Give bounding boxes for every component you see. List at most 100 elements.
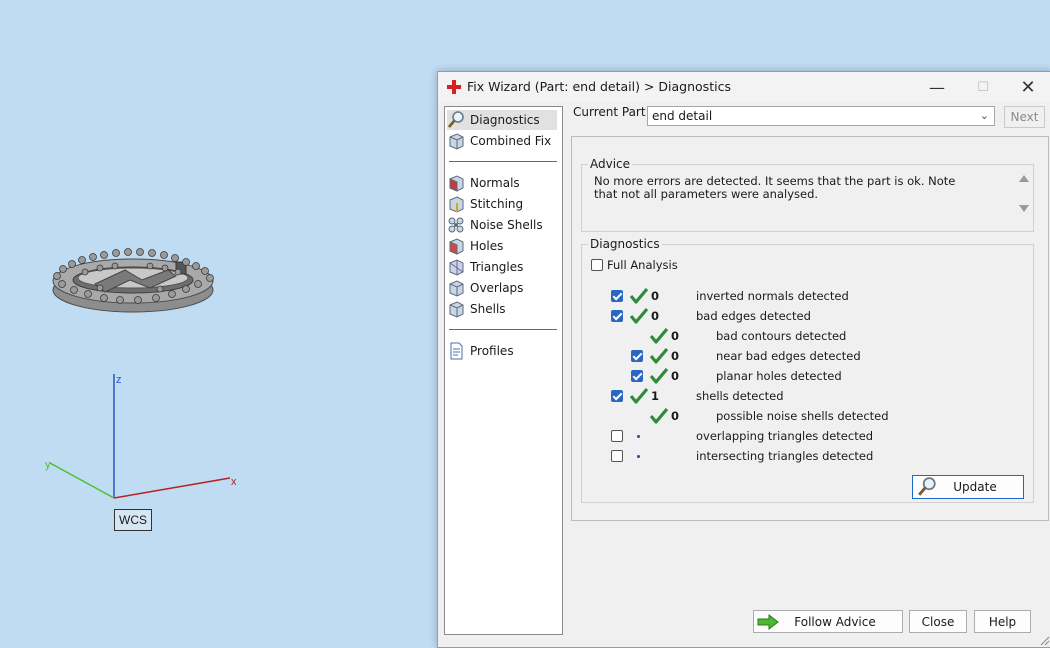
diagnostic-checkbox[interactable] [611, 310, 623, 322]
diagnostic-count: 1 [651, 389, 660, 403]
nav-item-diagnostics[interactable]: Diagnostics [447, 110, 557, 130]
diagnostic-label: intersecting triangles detected [696, 449, 874, 463]
nav-label: Profiles [470, 344, 514, 358]
diagnostic-count: 0 [651, 309, 660, 323]
diagnostic-label: inverted normals detected [696, 289, 849, 303]
viewport-canvas [49, 248, 231, 499]
diagnostic-label: overlapping triangles detected [696, 429, 874, 443]
nav-item-shells[interactable]: Shells [447, 299, 506, 319]
current-part-value: end detail [652, 109, 713, 123]
update-label: Update [953, 480, 997, 494]
nav-item-combined-fix[interactable]: Combined Fix [447, 131, 551, 151]
advice-title: Advice [590, 157, 631, 171]
maximize-button[interactable]: ☐ [960, 72, 1006, 102]
advice-group: Advice No more errors are detected. It s… [581, 157, 1034, 232]
nav-item-profiles[interactable]: Profiles [447, 341, 514, 361]
part-model[interactable] [52, 248, 214, 313]
chevron-down-icon: ⌄ [979, 109, 989, 122]
diagnostic-count: 0 [671, 409, 680, 423]
green-check-icon [650, 408, 668, 424]
nav-label: Combined Fix [470, 134, 552, 148]
nav-item-holes[interactable]: Holes [447, 236, 503, 256]
nav-label: Diagnostics [470, 113, 540, 127]
update-button[interactable]: Update [912, 475, 1024, 499]
title-bar[interactable]: Fix Wizard (Part: end detail) > Diagnost… [438, 72, 1050, 102]
diagnostic-checkbox[interactable] [611, 430, 623, 442]
current-part-dropdown[interactable]: end detail ⌄ [647, 106, 995, 126]
follow-advice-label: Follow Advice [794, 614, 876, 629]
nav-divider [449, 329, 557, 330]
nav-label: Shells [470, 302, 506, 316]
magnifier-icon [918, 477, 936, 496]
full-analysis-checkbox[interactable] [591, 259, 603, 271]
fix-wizard-dialog: Fix Wizard (Part: end detail) > Diagnost… [437, 71, 1050, 648]
diagnostic-count: 0 [671, 329, 680, 343]
magnifier-icon [448, 111, 464, 128]
nav-item-triangles[interactable]: Triangles [447, 257, 523, 277]
diagnostic-count: 0 [651, 289, 660, 303]
maximize-icon: ☐ [977, 79, 989, 95]
diagnostic-count: 0 [671, 349, 680, 363]
nav-divider [449, 161, 557, 162]
diagnostics-title: Diagnostics [590, 237, 660, 251]
wizard-nav: Diagnostics Combined Fix Normals Stitchi… [444, 106, 563, 635]
app-cross-icon [447, 80, 461, 94]
advice-text: No more errors are detected. It seems th… [594, 174, 956, 201]
minimize-icon: — [929, 77, 945, 97]
green-check-icon [630, 288, 648, 304]
nav-label: Triangles [470, 260, 524, 274]
green-check-icon [650, 368, 668, 384]
green-check-icon [650, 348, 668, 364]
nav-item-normals[interactable]: Normals [447, 173, 520, 193]
diagnostic-checkbox[interactable] [611, 290, 623, 302]
green-check-icon [630, 388, 648, 404]
stitching-cube-icon [449, 196, 464, 213]
diagnostic-label: near bad edges detected [716, 349, 861, 363]
nav-item-overlaps[interactable]: Overlaps [447, 278, 523, 298]
follow-advice-button[interactable]: Follow Advice [753, 610, 903, 633]
diagnostic-count: 0 [671, 369, 680, 383]
nav-label: Holes [470, 239, 504, 253]
nav-item-noise-shells[interactable]: Noise Shells [447, 215, 543, 235]
current-part-label: Current Part: [573, 105, 650, 119]
diagnostic-checkbox[interactable] [611, 390, 623, 402]
advice-scrollbar[interactable] [1017, 173, 1031, 221]
x-axis-label: x [231, 476, 237, 488]
nav-label: Stitching [470, 197, 524, 211]
close-window-button[interactable]: ✕ [1005, 72, 1050, 102]
help-button[interactable]: Help [974, 610, 1031, 633]
minimize-button[interactable]: — [914, 72, 960, 102]
dialog-title: Fix Wizard (Part: end detail) > Diagnost… [467, 79, 731, 94]
scroll-down-icon[interactable] [1019, 205, 1029, 212]
x-axis [113, 477, 231, 499]
close-button[interactable]: Close [909, 610, 967, 633]
diagnostic-checkbox[interactable] [611, 450, 623, 462]
y-axis-label: y [45, 459, 51, 471]
triangles-cube-icon [449, 259, 464, 276]
resize-grip-icon[interactable] [1040, 636, 1050, 646]
diagnostic-checkbox[interactable] [631, 350, 643, 362]
z-axis-label: z [116, 374, 122, 386]
document-icon [450, 342, 463, 360]
full-analysis-label: Full Analysis [607, 258, 678, 272]
nav-item-stitching[interactable]: Stitching [447, 194, 523, 214]
next-button[interactable]: Next [1004, 106, 1045, 128]
y-axis [49, 462, 115, 499]
nav-label: Noise Shells [470, 218, 543, 232]
shells-cube-icon [449, 301, 464, 318]
overlaps-cube-icon [449, 280, 464, 297]
normals-cube-icon [449, 175, 464, 192]
green-check-icon [630, 308, 648, 324]
close-icon: ✕ [1020, 76, 1036, 98]
holes-cube-icon [449, 238, 464, 255]
green-check-icon [650, 328, 668, 344]
diagnostic-label: possible noise shells detected [716, 409, 889, 423]
scroll-up-icon[interactable] [1019, 175, 1029, 182]
nav-label: Overlaps [470, 281, 524, 295]
nav-label: Normals [470, 176, 520, 190]
noise-shells-icon [448, 217, 464, 233]
diagnostic-checkbox[interactable] [631, 370, 643, 382]
status-dot-icon [637, 455, 640, 458]
diagnostic-label: bad contours detected [716, 329, 847, 343]
diagnostic-label: planar holes detected [716, 369, 842, 383]
